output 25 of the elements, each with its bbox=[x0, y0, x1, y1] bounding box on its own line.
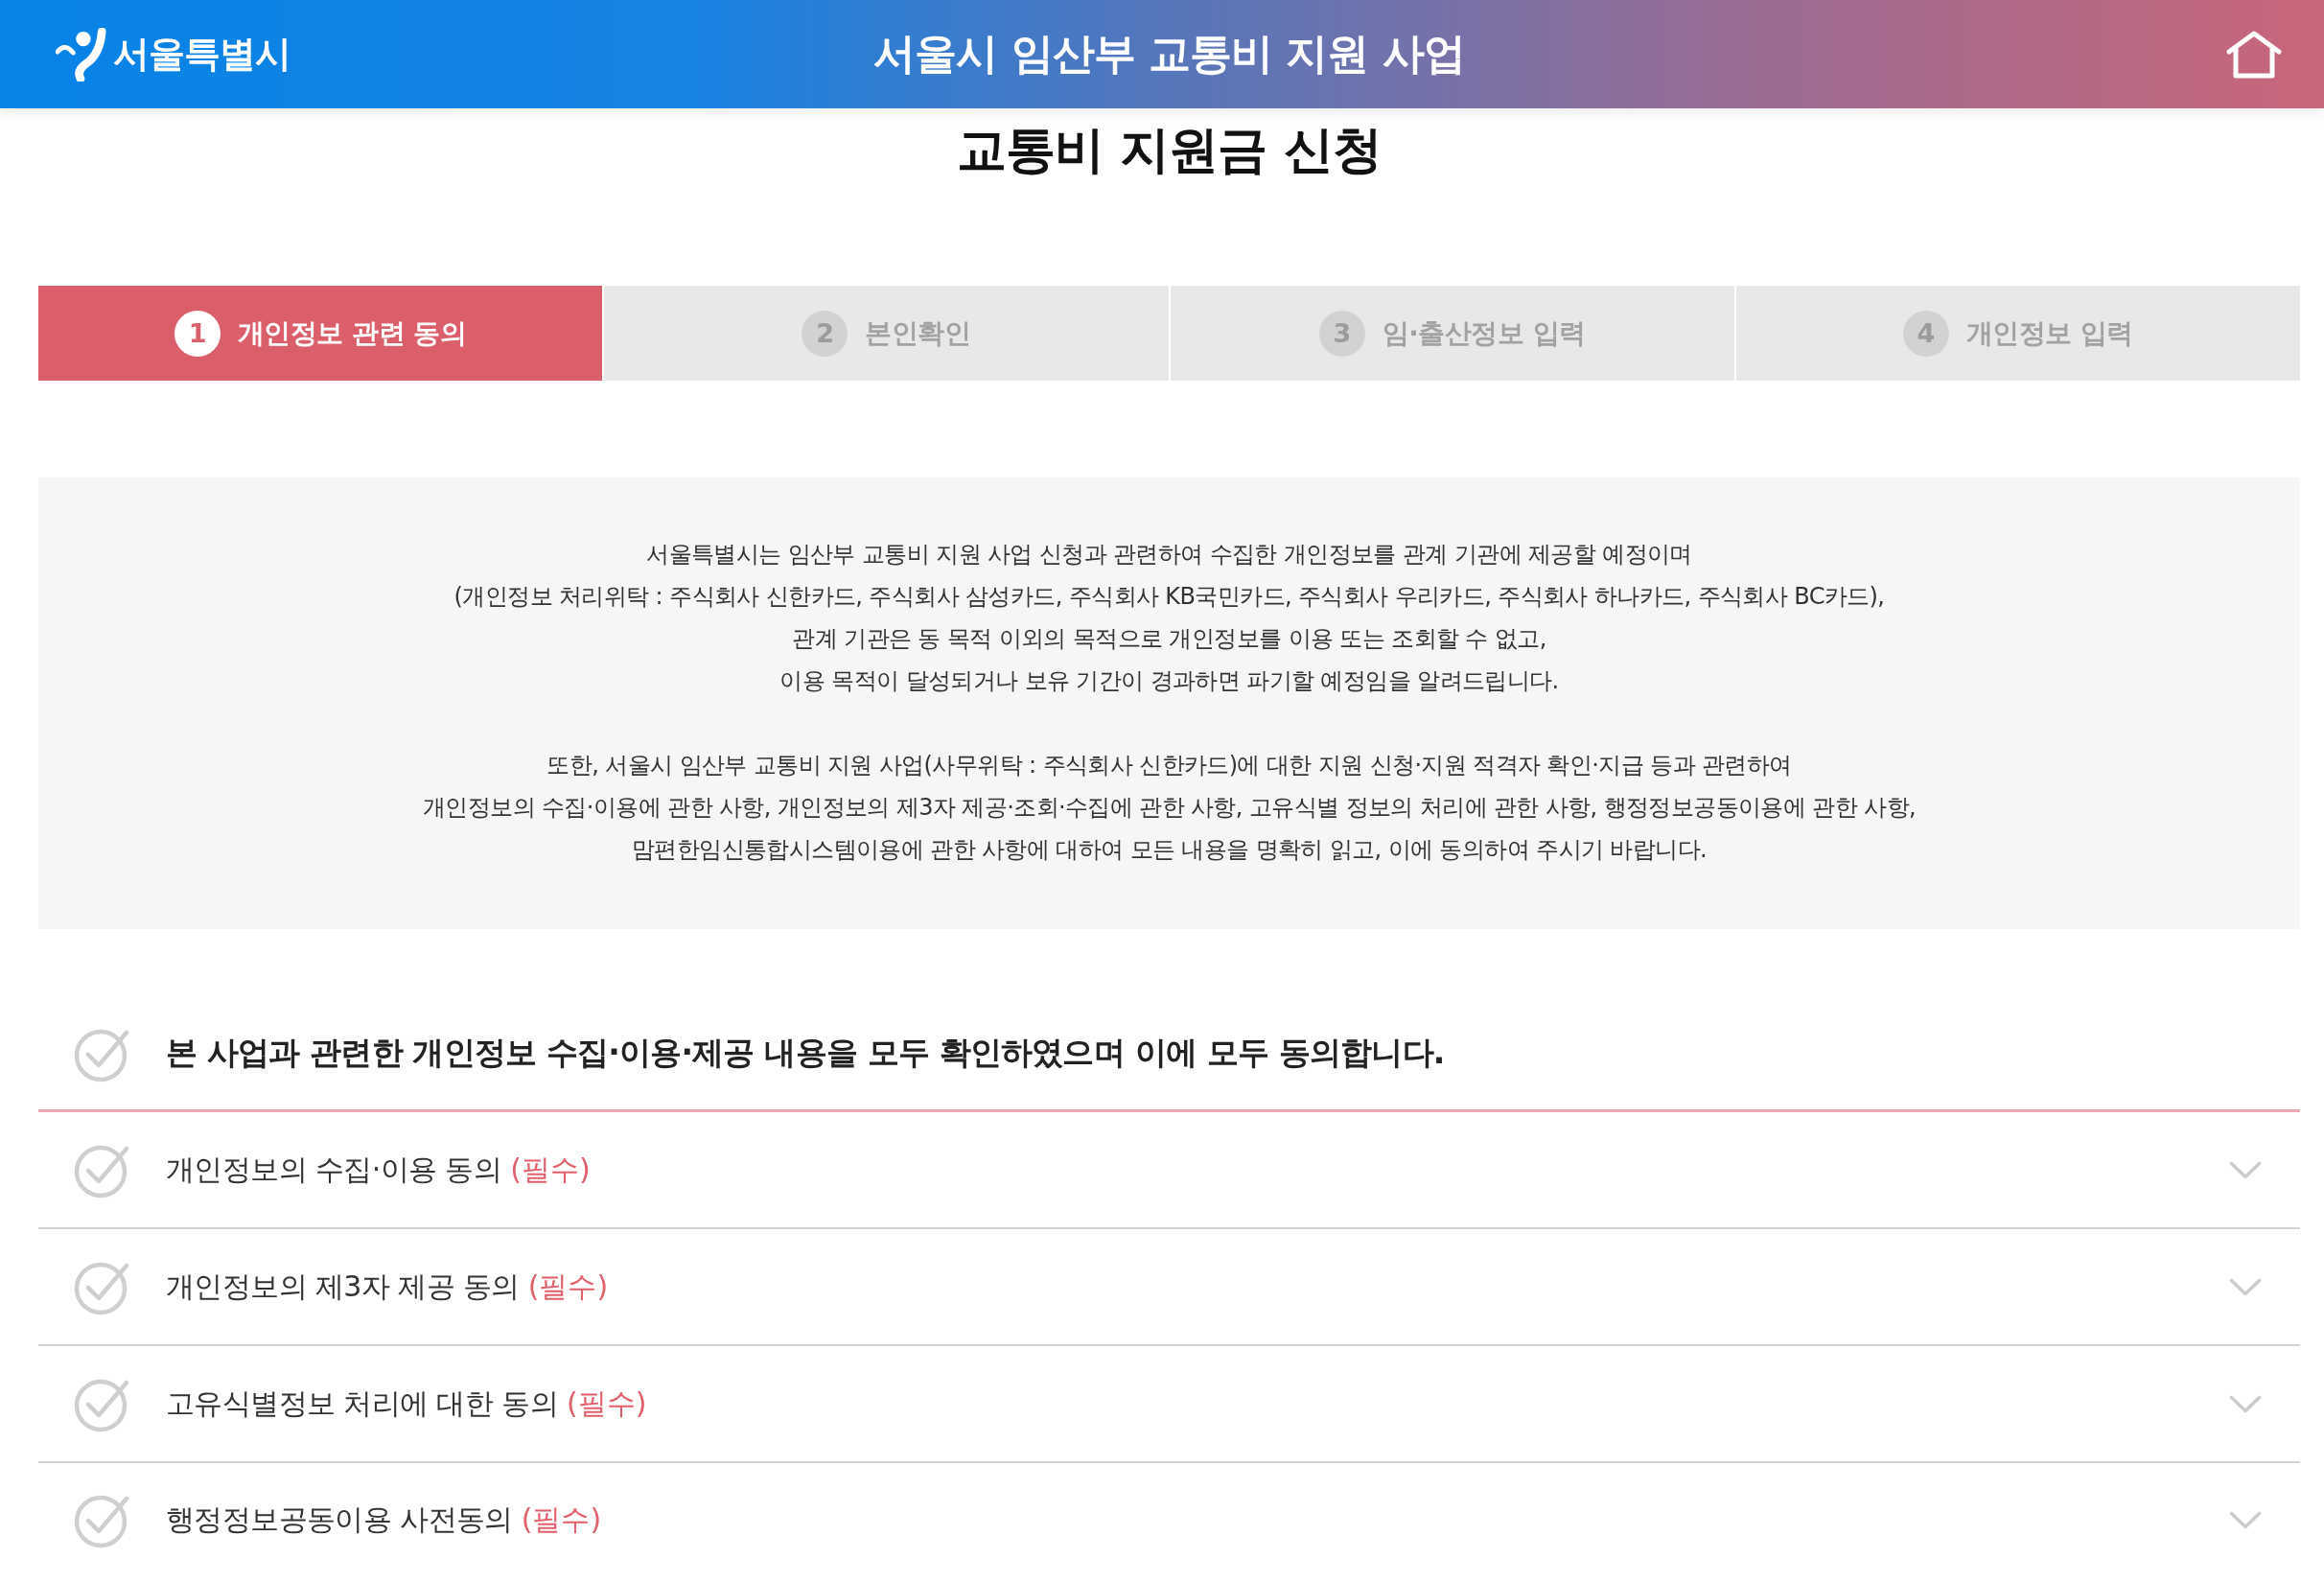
required-tag: (필수) bbox=[527, 1267, 609, 1307]
notice-paragraph: 또한, 서울시 임산부 교통비 지원 사업(사무위탁 : 주식회사 신한카드)에 대한 지원 신청·지원 적격자 확인·지급 등과 관련하여 개인정보의 수집·이용에 관한 사항, 개인정보의 제3자 제공·조회·수집에 관한 사항, 고유식별 정보의 처리에 관한 사항, 행정정보공동이용에 관한 사항, 맘편한임신통합시스템이용에 관한 사항에 대하여 모든 내용을 명확히 읽고, 이에 동의하여 주시기 바랍니다. bbox=[422, 751, 1917, 865]
step-label: 본인확인 bbox=[865, 315, 971, 351]
chevron-down-icon[interactable] bbox=[2229, 1277, 2262, 1296]
chevron-down-icon[interactable] bbox=[2229, 1394, 2262, 1413]
step-label: 개인정보 입력 bbox=[1965, 315, 2133, 351]
notice-paragraph: 서울특별시는 임산부 교통비 지원 사업 신청과 관련하여 수집한 개인정보를 관계 기관에 제공할 예정이며 (개인정보 처리위탁 : 주식회사 신한카드, 주식회사 삼성카드, 주식회사 KB국민카드, 주식회사 우리카드, 주식회사 하나카드, 주식회사 BC카드), 관계 기관은 동 목적 이외의 목적으로 개인정보를 이용 또는 조회할 수 없고, 이용 목적이 달성되거나 보유 기간이 경과하면 파기할 예정임을 알려드립니다. bbox=[453, 540, 1886, 696]
logo-text: 서울특별시 bbox=[113, 32, 290, 77]
page-title: 교통비 지원금 신청 bbox=[956, 120, 1383, 179]
required-tag: (필수) bbox=[567, 1384, 647, 1424]
agree-all-label: 본 사업과 관련한 개인정보 수집·이용·제공 내용을 모두 확인하였으며 이에 모두 동의합니다. bbox=[166, 1033, 1445, 1073]
step-label: 개인정보 관련 동의 bbox=[237, 315, 467, 351]
required-tag: (필수) bbox=[521, 1500, 602, 1540]
required-tag: (필수) bbox=[510, 1150, 591, 1190]
agreement-label: 행정정보공동이용 사전동의 bbox=[166, 1501, 513, 1538]
chevron-down-icon[interactable] bbox=[2229, 1160, 2262, 1179]
agreement-label: 개인정보의 수집·이용 동의 bbox=[166, 1151, 502, 1188]
step-label: 임·출산정보 입력 bbox=[1382, 315, 1586, 351]
header-title: 서울시 임산부 교통비 지원 사업 bbox=[873, 28, 1465, 80]
agreement-label: 개인정보의 제3자 제공 동의 bbox=[166, 1268, 520, 1305]
step-number: 1 bbox=[174, 310, 221, 357]
logo-icon bbox=[56, 27, 107, 81]
home-icon[interactable] bbox=[2225, 30, 2283, 79]
agreement-label: 고유식별정보 처리에 대한 동의 bbox=[166, 1384, 558, 1422]
chevron-down-icon[interactable] bbox=[2229, 1510, 2262, 1529]
